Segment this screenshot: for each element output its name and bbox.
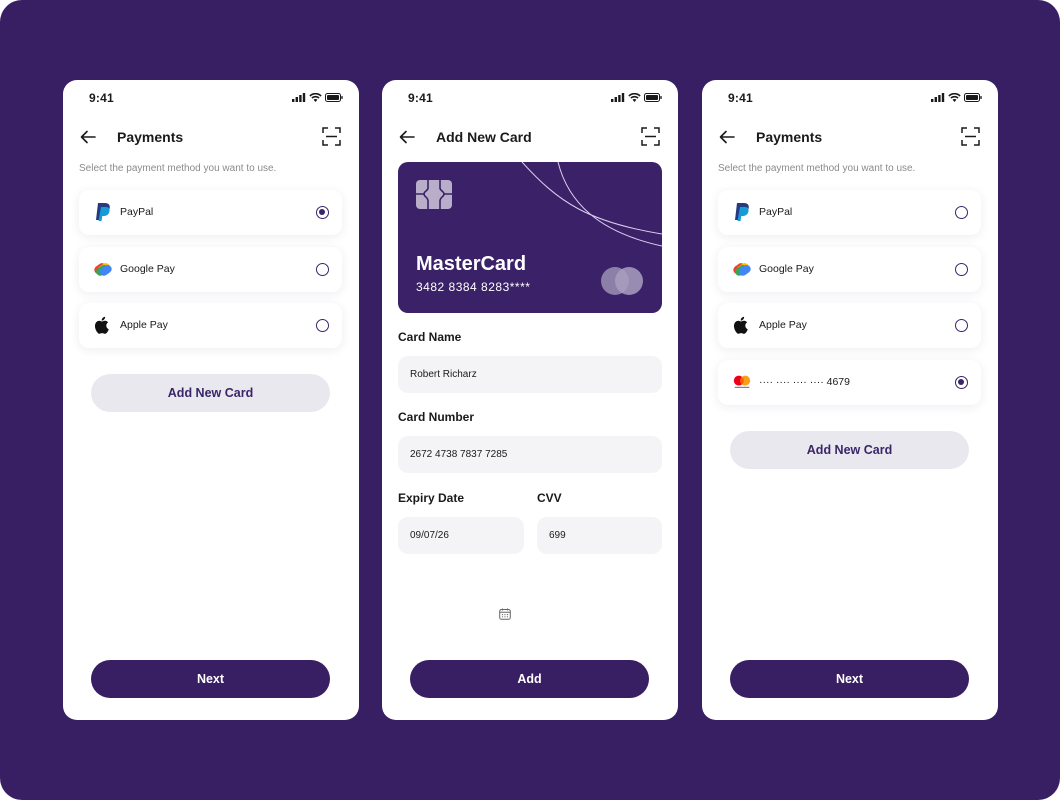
payment-option-mastercard[interactable]: ···· ···· ···· ···· 4679 (718, 360, 981, 405)
subtitle: Select the payment method you want to us… (718, 163, 916, 174)
radio-selected[interactable] (955, 376, 968, 389)
card-name-label: Card Name (398, 330, 462, 344)
card-name-field[interactable] (398, 356, 662, 393)
status-time: 9:41 (408, 91, 433, 105)
apple-icon (93, 315, 113, 335)
cvv-field[interactable] (537, 517, 662, 554)
card-brand: MasterCard (416, 253, 527, 275)
payment-option-paypal[interactable]: PayPal (79, 190, 342, 235)
status-icons (931, 93, 982, 102)
payment-option-label: PayPal (759, 206, 793, 218)
scan-icon[interactable] (322, 127, 341, 146)
payment-option-label: PayPal (120, 206, 154, 218)
back-arrow-icon[interactable] (398, 128, 416, 146)
payment-option-label: Apple Pay (759, 319, 807, 331)
signal-icon (611, 93, 625, 102)
scan-icon[interactable] (641, 127, 660, 146)
payments-screen: 9:41 Payments Select the payment method … (63, 80, 359, 720)
subtitle: Select the payment method you want to us… (79, 163, 277, 174)
next-button[interactable]: Next (730, 660, 969, 698)
payment-option-paypal[interactable]: PayPal (718, 190, 981, 235)
add-new-card-screen: 9:41 Add New Card MasterCard 3482 8384 8… (382, 80, 678, 720)
battery-icon (964, 93, 982, 102)
wifi-icon (309, 93, 322, 102)
card-number-display: 3482 8384 8283**** (416, 280, 531, 294)
google-pay-icon (732, 259, 752, 279)
credit-card-preview: MasterCard 3482 8384 8283**** (398, 162, 662, 313)
radio-unselected[interactable] (316, 319, 329, 332)
expiry-date-field[interactable] (398, 517, 524, 554)
page-title: Add New Card (436, 129, 532, 145)
payment-option-google-pay[interactable]: Google Pay (718, 247, 981, 292)
payment-option-apple-pay[interactable]: Apple Pay (718, 303, 981, 348)
radio-unselected[interactable] (955, 319, 968, 332)
payment-option-label: Google Pay (759, 263, 814, 275)
radio-selected[interactable] (316, 206, 329, 219)
battery-icon (325, 93, 343, 102)
add-button[interactable]: Add (410, 660, 649, 698)
header: Payments (718, 124, 982, 150)
cvv-label: CVV (537, 491, 562, 505)
battery-icon (644, 93, 662, 102)
scan-icon[interactable] (961, 127, 980, 146)
signal-icon (931, 93, 945, 102)
mastercard-icon (732, 372, 752, 392)
status-icons (292, 93, 343, 102)
mastercard-logo-icon (601, 267, 643, 295)
calendar-icon[interactable] (499, 608, 511, 620)
card-chip-icon (416, 180, 452, 209)
wifi-icon (628, 93, 641, 102)
radio-unselected[interactable] (955, 206, 968, 219)
wifi-icon (948, 93, 961, 102)
header: Payments (79, 124, 343, 150)
payments-screen-with-card: 9:41 Payments Select the payment method … (702, 80, 998, 720)
payment-option-label: ···· ···· ···· ···· 4679 (759, 376, 850, 388)
header: Add New Card (398, 124, 662, 150)
page-title: Payments (756, 129, 823, 145)
canvas-background: 9:41 Payments Select the payment method … (0, 0, 1060, 800)
card-number-label: Card Number (398, 410, 475, 424)
payment-option-google-pay[interactable]: Google Pay (79, 247, 342, 292)
next-button[interactable]: Next (91, 660, 330, 698)
status-icons (611, 93, 662, 102)
radio-unselected[interactable] (955, 263, 968, 276)
status-bar: 9:41 (728, 91, 982, 107)
payment-option-apple-pay[interactable]: Apple Pay (79, 303, 342, 348)
payment-option-label: Apple Pay (120, 319, 168, 331)
expiry-date-label: Expiry Date (398, 491, 465, 505)
status-time: 9:41 (89, 91, 114, 105)
radio-unselected[interactable] (316, 263, 329, 276)
back-arrow-icon[interactable] (718, 128, 736, 146)
status-bar: 9:41 (408, 91, 662, 107)
apple-icon (732, 315, 752, 335)
paypal-icon (93, 202, 113, 222)
status-time: 9:41 (728, 91, 753, 105)
add-new-card-button[interactable]: Add New Card (91, 374, 330, 412)
add-new-card-button[interactable]: Add New Card (730, 431, 969, 469)
back-arrow-icon[interactable] (79, 128, 97, 146)
status-bar: 9:41 (89, 91, 343, 107)
google-pay-icon (93, 259, 113, 279)
payment-option-label: Google Pay (120, 263, 175, 275)
signal-icon (292, 93, 306, 102)
paypal-icon (732, 202, 752, 222)
page-title: Payments (117, 129, 184, 145)
card-number-field[interactable] (398, 436, 662, 473)
